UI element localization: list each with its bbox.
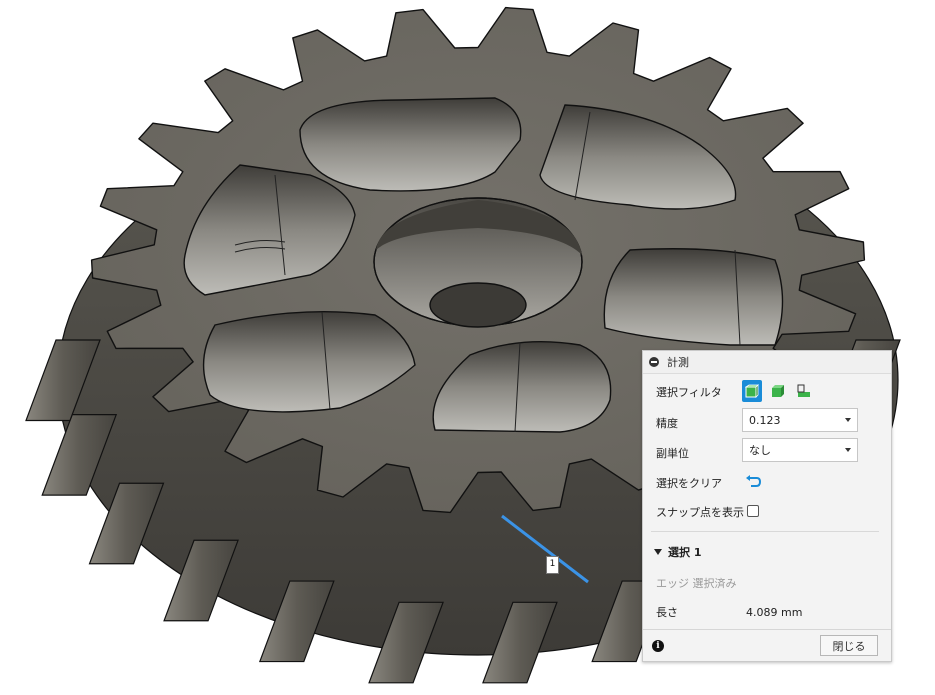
precision-label: 精度	[656, 417, 678, 430]
selection-filter-row: 選択フィルタ	[656, 384, 746, 400]
dropdown-caret-icon	[845, 448, 851, 452]
info-icon[interactable]: i	[652, 640, 664, 652]
selection-1-header[interactable]: 選択 1	[654, 544, 701, 560]
selection-filter-icons	[742, 380, 814, 402]
close-button[interactable]: 閉じる	[820, 635, 878, 656]
clear-selection-icon[interactable]	[745, 474, 762, 491]
edge-selection-marker[interactable]: 1	[546, 556, 559, 574]
show-snap-points-label: スナップ点を表示	[656, 506, 744, 519]
panel-header: 計測	[643, 351, 891, 374]
selection-filter-label: 選択フィルタ	[656, 386, 722, 399]
secondary-units-select[interactable]: なし	[742, 438, 858, 462]
collapse-icon[interactable]	[649, 357, 659, 367]
length-label: 長さ	[656, 606, 678, 619]
show-snap-points-row: スナップ点を表示	[656, 504, 746, 520]
gear-hub	[373, 197, 583, 328]
secondary-units-row: 副単位	[656, 445, 746, 461]
length-row: 長さ 4.089 mm	[656, 604, 802, 620]
secondary-units-value: なし	[749, 444, 771, 457]
collapse-triangle-icon	[654, 549, 662, 555]
selection-status: エッジ 選択済み	[656, 577, 737, 590]
select-body-icon[interactable]	[742, 380, 762, 402]
clear-selection-label: 選択をクリア	[656, 477, 722, 490]
show-snap-points-checkbox[interactable]	[747, 505, 759, 517]
panel-title: 計測	[667, 356, 689, 369]
dropdown-caret-icon	[845, 418, 851, 422]
measure-panel: 計測 選択フィルタ 精度 0.123 副単位 なし 選択をクリア スナップ点を表…	[642, 350, 892, 662]
precision-row: 精度	[656, 415, 746, 431]
secondary-units-label: 副単位	[656, 447, 689, 460]
clear-selection-row: 選択をクリア	[656, 475, 746, 491]
divider	[651, 531, 879, 532]
select-face-icon[interactable]	[768, 380, 788, 402]
precision-value: 0.123	[749, 413, 781, 427]
length-value: 4.089 mm	[746, 605, 803, 619]
panel-footer: i 閉じる	[643, 629, 891, 661]
precision-select[interactable]: 0.123	[742, 408, 858, 432]
selection-status-row: エッジ 選択済み	[656, 575, 737, 591]
selection-1-title: 選択 1	[668, 546, 702, 559]
select-edge-icon[interactable]	[794, 380, 814, 402]
